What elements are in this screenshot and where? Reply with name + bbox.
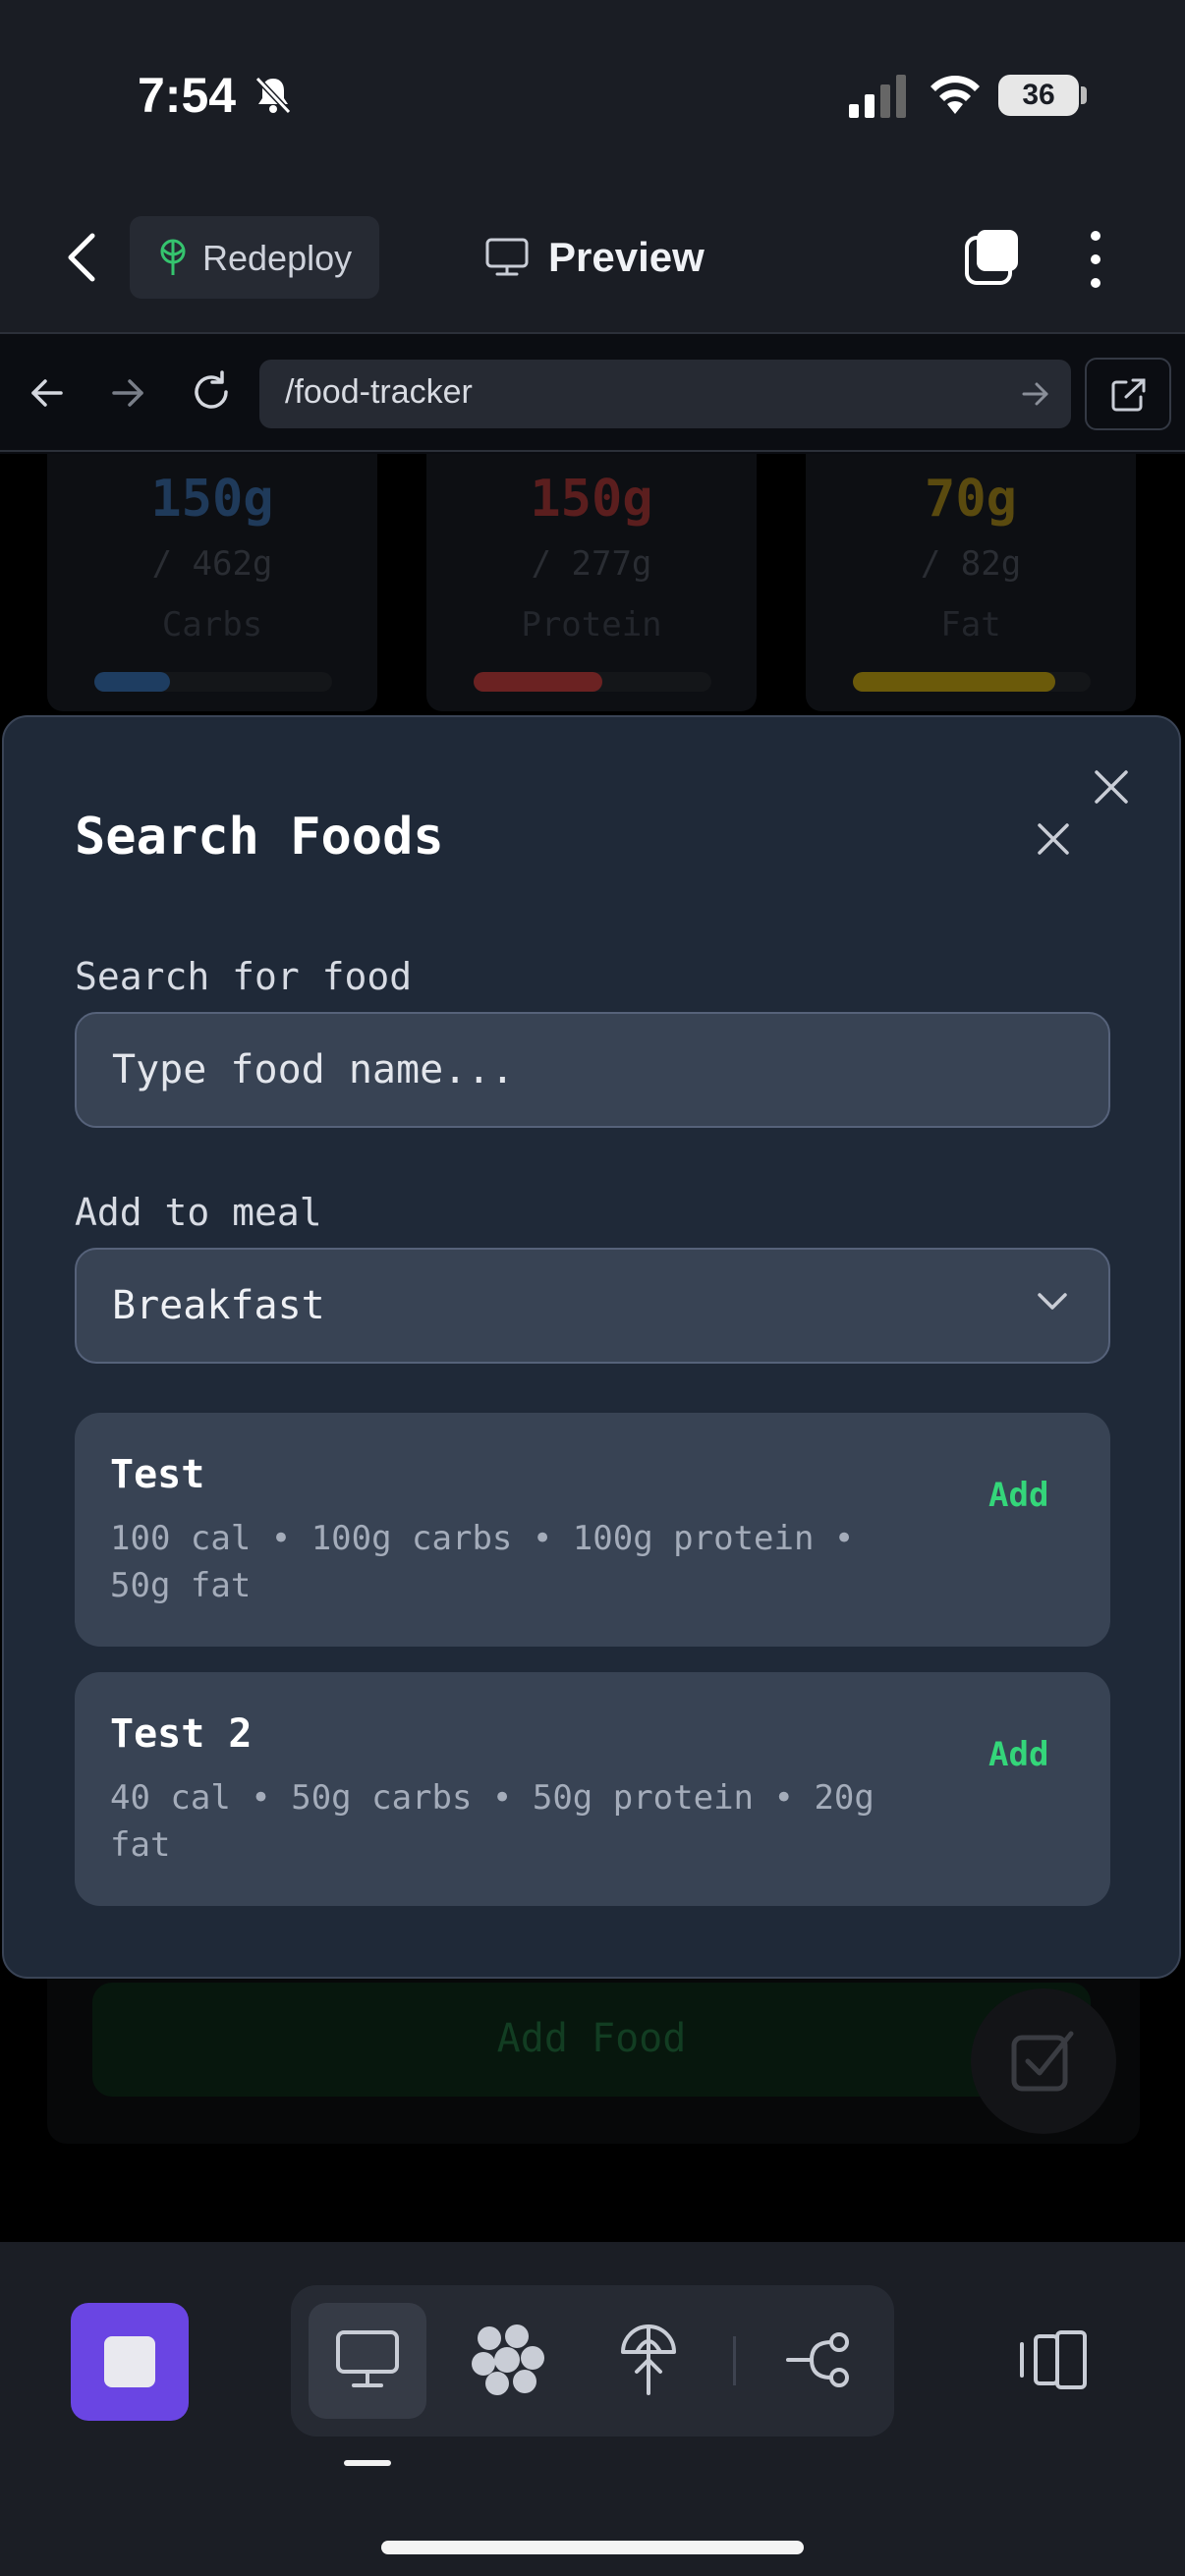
page-title: Preview — [548, 234, 705, 280]
battery-indicator: 36 — [998, 75, 1079, 116]
cellular-signal-icon — [849, 75, 906, 118]
macro-value: 150g — [530, 470, 653, 529]
add-food-button: Add Food — [92, 1983, 1091, 2097]
add-food-result-button[interactable]: Add — [988, 1476, 1048, 1515]
macro-value: 150g — [150, 470, 274, 529]
stop-icon — [104, 2336, 155, 2387]
header-divider — [0, 332, 1185, 334]
go-arrow-icon[interactable] — [1022, 381, 1049, 407]
active-tab-indicator — [344, 2460, 391, 2466]
reload-icon[interactable] — [189, 369, 234, 415]
macro-name: Carbs — [161, 605, 263, 644]
modal-title: Search Foods — [75, 808, 444, 867]
bell-muted-icon — [254, 76, 292, 115]
deploy-icon[interactable] — [617, 2323, 680, 2397]
meal-label: Add to meal — [75, 1191, 322, 1234]
git-branch-icon[interactable] — [786, 2330, 855, 2389]
macro-name: Fat — [940, 605, 1001, 644]
food-result-item[interactable]: Test 2 40 cal • 50g carbs • 50g protein … — [75, 1672, 1110, 1906]
checklist-fab — [971, 1988, 1116, 2134]
macro-progress-track — [853, 672, 1091, 692]
macro-progress-fill — [853, 672, 1055, 692]
macro-progress-fill — [474, 672, 602, 692]
open-external-button[interactable] — [1085, 358, 1171, 430]
preview-monitor-icon[interactable] — [334, 2328, 401, 2391]
home-indicator — [381, 2541, 804, 2554]
view-switcher-separator — [733, 2336, 736, 2385]
browser-back-icon[interactable] — [28, 373, 67, 413]
more-options-icon[interactable] — [1081, 228, 1110, 291]
macro-goal: / 82g — [920, 544, 1022, 584]
macro-name: Protein — [521, 605, 662, 644]
redeploy-label: Redeploy — [202, 238, 353, 278]
macro-progress-fill — [94, 672, 171, 692]
macro-card-fat: 70g / 82g Fat — [806, 454, 1136, 711]
macro-goal: / 277g — [531, 544, 652, 584]
monitor-icon — [485, 238, 529, 276]
status-time: 7:54 — [138, 68, 237, 123]
macro-progress-track — [474, 672, 711, 692]
panel-toggle-icon[interactable] — [1018, 2328, 1091, 2391]
close-icon[interactable] — [1034, 819, 1073, 859]
tabs-icon[interactable] — [963, 228, 1022, 287]
browser-divider — [0, 450, 1185, 452]
dialog-close-icon[interactable] — [1091, 766, 1132, 808]
agents-cluster-icon[interactable] — [470, 2323, 548, 2397]
food-result-item[interactable]: Test 100 cal • 100g carbs • 100g protein… — [75, 1413, 1110, 1647]
food-name: Test 2 — [110, 1711, 253, 1757]
external-link-icon — [1111, 378, 1146, 412]
macro-card-carbs: 150g / 462g Carbs — [47, 454, 377, 711]
url-bar[interactable]: /food-tracker — [259, 360, 1071, 428]
checkbox-icon — [1011, 2031, 1074, 2092]
battery-level: 36 — [1022, 79, 1055, 111]
food-nutrition: 40 cal • 50g carbs • 50g protein • 20g f… — [110, 1778, 875, 1865]
browser-forward-icon[interactable] — [108, 373, 147, 413]
macro-progress-track — [94, 672, 332, 692]
macro-card-protein: 150g / 277g Protein — [426, 454, 757, 711]
add-food-label: Add Food — [496, 2016, 687, 2061]
macro-value: 70g — [925, 470, 1017, 529]
food-nutrition: 100 cal • 100g carbs • 100g protein • 50… — [110, 1519, 855, 1605]
url-text: /food-tracker — [285, 373, 473, 411]
meal-select[interactable]: Breakfast — [75, 1248, 1110, 1364]
redeploy-icon — [160, 239, 186, 275]
food-search-input[interactable] — [75, 1012, 1110, 1128]
meal-selected-value: Breakfast — [112, 1283, 325, 1328]
stop-button[interactable] — [71, 2303, 189, 2421]
redeploy-button[interactable]: Redeploy — [130, 216, 379, 299]
search-label: Search for food — [75, 955, 413, 998]
chevron-down-icon — [1038, 1293, 1067, 1310]
back-chevron-icon[interactable] — [61, 228, 104, 287]
wifi-icon — [931, 76, 980, 114]
add-food-result-button[interactable]: Add — [988, 1735, 1048, 1774]
macro-goal: / 462g — [151, 544, 273, 584]
battery-nub — [1081, 86, 1087, 104]
food-name: Test — [110, 1452, 205, 1497]
